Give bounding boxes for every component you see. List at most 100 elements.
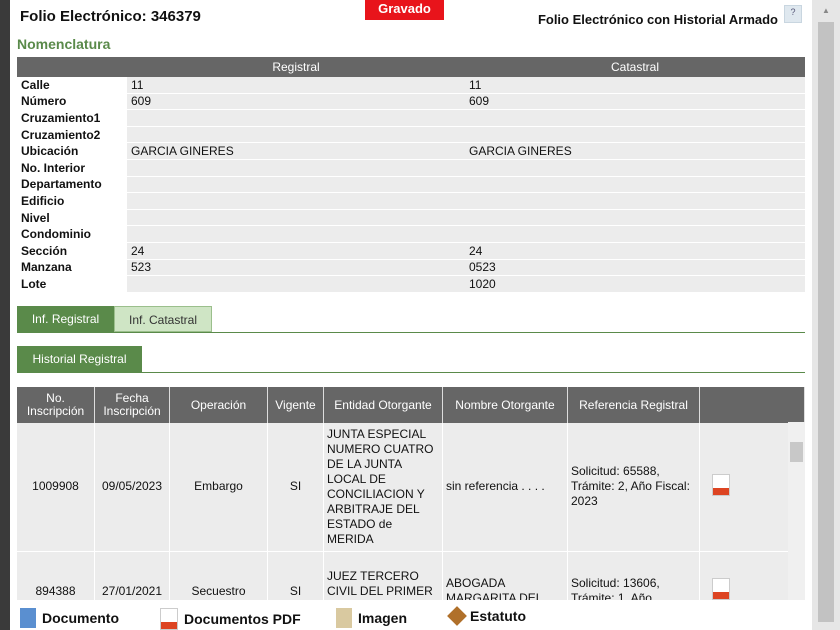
cell-catastral: 0523	[465, 259, 805, 277]
cell-nombre: sin referencia . . . .	[442, 423, 568, 552]
table-row: Nivel	[17, 209, 805, 227]
history-label: Folio Electrónico con Historial Armado	[537, 12, 778, 27]
cell-catastral	[465, 192, 805, 210]
cell-catastral: 11	[465, 77, 805, 94]
col-header: Vigente	[267, 387, 324, 423]
estatuto-icon	[447, 606, 467, 626]
tab-inf-catastral[interactable]: Inf. Catastral	[114, 306, 212, 332]
table-row: Sección 24 24	[17, 242, 805, 260]
cell-label: Sección	[17, 242, 127, 260]
col-header: No. Inscripción	[17, 387, 95, 423]
table-row: Condominio	[17, 225, 805, 243]
table-row: Edificio	[17, 192, 805, 210]
documentos-pdf-button[interactable]: Documentos PDF	[160, 608, 301, 630]
cell-label: Cruzamiento2	[17, 126, 127, 144]
table-row: Cruzamiento1	[17, 109, 805, 127]
cell-label: Manzana	[17, 259, 127, 277]
cell-operacion: Embargo	[169, 423, 268, 552]
documento-label: Documento	[42, 610, 119, 626]
footer-toolbar: Documento Documentos PDF Imagen Estatuto	[10, 600, 812, 630]
cell-no: 1009908	[17, 423, 95, 552]
cell-label: Lote	[17, 275, 127, 293]
cell-registral	[127, 209, 465, 227]
section-title: Nomenclatura	[17, 36, 111, 52]
historial-table: No. Inscripción Fecha Inscripción Operac…	[17, 387, 805, 630]
col-header	[17, 57, 127, 77]
cell-catastral: 609	[465, 93, 805, 111]
cell-catastral	[465, 176, 805, 194]
cell-registral	[127, 192, 465, 210]
col-header: Catastral	[465, 57, 805, 77]
table-row: 1009908 09/05/2023 Embargo SI JUNTA ESPECIAL…	[17, 423, 805, 552]
scroll-up-icon[interactable]: ▲	[822, 6, 830, 15]
cell-catastral: GARCIA GINERES	[465, 142, 805, 160]
cell-registral	[127, 109, 465, 127]
cell-registral: GARCIA GINERES	[127, 142, 465, 160]
table-scrollbar[interactable]	[788, 422, 805, 600]
table-row: Manzana 523 0523	[17, 259, 805, 277]
tab-historial-registral[interactable]: Historial Registral	[17, 346, 142, 372]
col-header: Referencia Registral	[567, 387, 700, 423]
pdf-icon[interactable]	[712, 578, 730, 600]
tab-inf-registral[interactable]: Inf. Registral	[17, 306, 114, 332]
pdf-icon	[160, 608, 178, 630]
col-header: Entidad Otorgante	[323, 387, 443, 423]
cell-label: Ubicación	[17, 142, 127, 160]
scroll-thumb[interactable]	[790, 442, 803, 462]
cell-label: Nivel	[17, 209, 127, 227]
cell-catastral: 24	[465, 242, 805, 260]
cell-registral: 609	[127, 93, 465, 111]
table-row: Cruzamiento2	[17, 126, 805, 144]
col-header: Fecha Inscripción	[94, 387, 170, 423]
cell-referencia: Solicitud: 65588, Trámite: 2, Año Fiscal…	[567, 423, 700, 552]
cell-label: Calle	[17, 77, 127, 94]
doc-icon	[20, 608, 36, 628]
cell-registral: 24	[127, 242, 465, 260]
nomenclatura-table: Registral Catastral Calle 11 11 Número 609 60…	[17, 57, 805, 293]
cell-catastral	[465, 209, 805, 227]
cell-vigente: SI	[267, 423, 324, 552]
tab-bar: Inf. Registral Inf. Catastral	[17, 306, 805, 333]
cell-fecha: 09/05/2023	[94, 423, 170, 552]
cell-registral	[127, 275, 465, 293]
status-badge: Gravado	[365, 0, 444, 20]
cell-label: Número	[17, 93, 127, 111]
cell-registral: 523	[127, 259, 465, 277]
cell-registral	[127, 225, 465, 243]
pdf-icon[interactable]	[712, 473, 730, 496]
cell-registral	[127, 176, 465, 194]
cell-catastral	[465, 109, 805, 127]
table-row: Lote 1020	[17, 275, 805, 293]
cell-label: Departamento	[17, 176, 127, 194]
pdf-label: Documentos PDF	[184, 611, 301, 627]
cell-label: No. Interior	[17, 159, 127, 177]
cell-label: Cruzamiento1	[17, 109, 127, 127]
cell-catastral	[465, 225, 805, 243]
cell-catastral	[465, 159, 805, 177]
table-row: Número 609 609	[17, 93, 805, 111]
imagen-button[interactable]: Imagen	[336, 608, 407, 628]
cell-registral: 11	[127, 77, 465, 94]
table-row: No. Interior	[17, 159, 805, 177]
col-header	[699, 387, 805, 423]
col-header: Registral	[127, 57, 465, 77]
cell-label: Condominio	[17, 225, 127, 243]
page-scrollbar[interactable]: ▲	[812, 0, 840, 630]
cell-catastral	[465, 126, 805, 144]
table-row: Departamento	[17, 176, 805, 194]
help-icon[interactable]: ?	[784, 5, 802, 23]
col-header: Operación	[169, 387, 268, 423]
scroll-thumb[interactable]	[818, 22, 834, 622]
cell-label: Edificio	[17, 192, 127, 210]
cell-entidad: JUNTA ESPECIAL NUMERO CUATRO DE LA JUNTA…	[323, 423, 443, 552]
col-header: Nombre Otorgante	[442, 387, 568, 423]
subtab-bar: Historial Registral	[17, 346, 805, 373]
book-icon	[336, 608, 352, 628]
documento-button[interactable]: Documento	[20, 608, 119, 628]
cell-catastral: 1020	[465, 275, 805, 293]
table-row: Calle 11 11	[17, 77, 805, 94]
estatuto-label: Estatuto	[470, 608, 526, 624]
estatuto-button[interactable]: Estatuto	[447, 606, 526, 626]
table-row: Ubicación GARCIA GINERES GARCIA GINERES	[17, 142, 805, 160]
cell-registral	[127, 126, 465, 144]
